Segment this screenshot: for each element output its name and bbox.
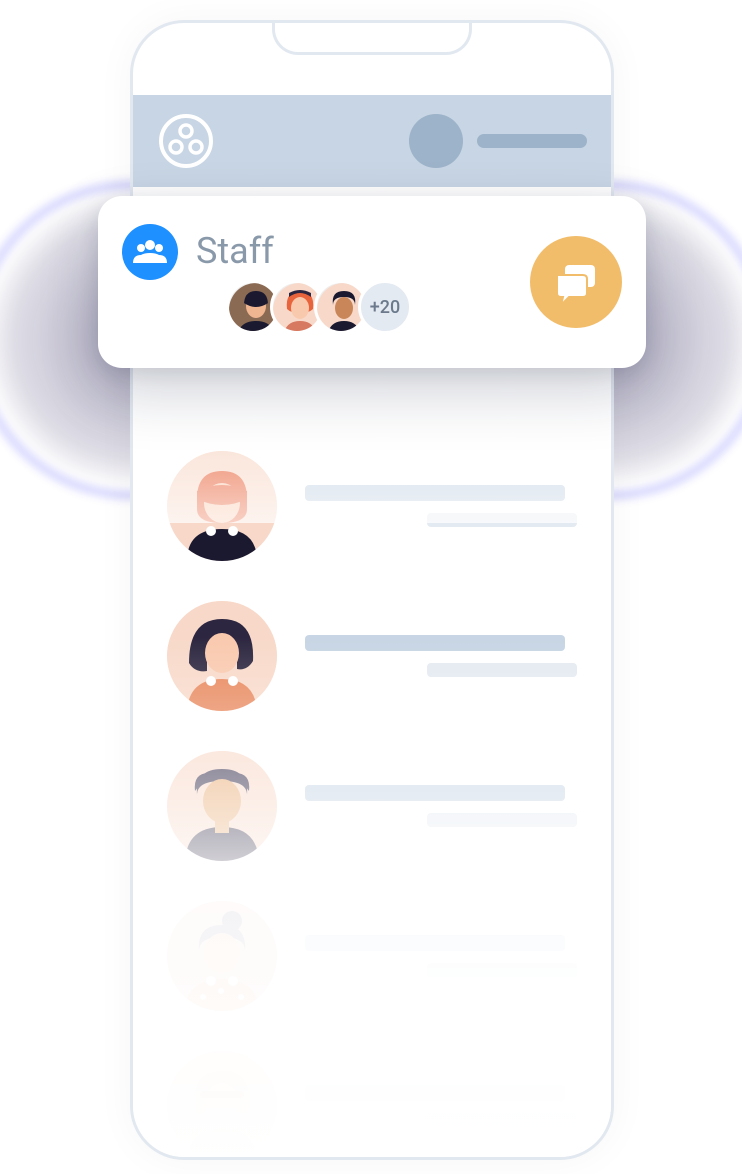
contact-name-placeholder: [305, 635, 565, 651]
phone-frame: [130, 20, 614, 1160]
group-icon: [122, 224, 178, 280]
list-item[interactable]: [167, 431, 577, 581]
contact-meta-placeholder: [427, 513, 577, 527]
list-item[interactable]: [167, 731, 577, 881]
phone-notch: [272, 21, 472, 55]
list-item[interactable]: [167, 581, 577, 731]
app-header: [133, 95, 611, 187]
staff-group-card[interactable]: Staff: [98, 196, 646, 368]
avatar: [167, 901, 277, 1011]
member-overflow-count[interactable]: +20: [358, 280, 412, 334]
avatar: [167, 601, 277, 711]
contact-list: [133, 431, 611, 1160]
list-item[interactable]: [167, 881, 577, 1031]
contact-name-placeholder: [305, 485, 565, 501]
contact-meta-placeholder: [427, 663, 577, 677]
logo-icon: [159, 114, 213, 168]
current-user-avatar[interactable]: [409, 114, 463, 168]
list-item[interactable]: [167, 1031, 577, 1160]
people-icon: [133, 235, 167, 269]
avatar: [167, 751, 277, 861]
member-avatar-row: +20: [226, 280, 512, 334]
app-logo[interactable]: [157, 112, 215, 170]
chat-icon: [551, 257, 601, 307]
contact-name-placeholder: [305, 785, 565, 801]
avatar: [167, 1051, 277, 1160]
contact-name-placeholder: [305, 935, 565, 951]
contact-meta-placeholder: [427, 1113, 577, 1127]
contact-meta-placeholder: [427, 813, 577, 827]
group-title: Staff: [196, 230, 512, 272]
avatar: [167, 451, 277, 561]
contact-name-placeholder: [305, 1085, 565, 1101]
contact-meta-placeholder: [427, 963, 577, 977]
current-user-name-placeholder: [477, 134, 587, 148]
chat-button[interactable]: [530, 236, 622, 328]
